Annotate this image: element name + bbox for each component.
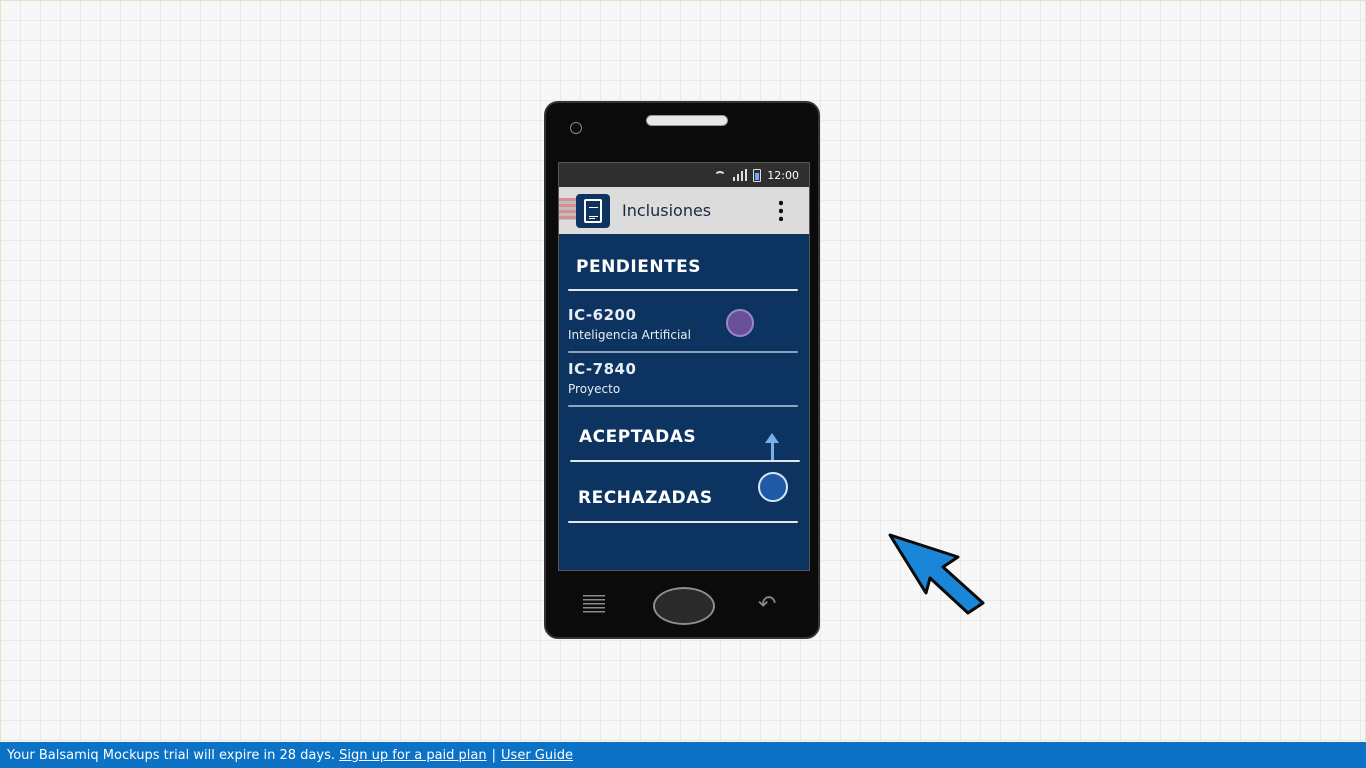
status-time: 12:00 — [767, 168, 799, 182]
phone-camera — [570, 122, 582, 134]
app-logo[interactable] — [576, 193, 610, 228]
phone-speaker — [646, 115, 728, 126]
section-accepted[interactable]: ACEPTADAS — [579, 427, 696, 447]
divider — [568, 289, 798, 291]
pending-item-2-code[interactable]: IC-7840 — [568, 360, 636, 378]
phone-screen: 12:00 Inclusiones PENDIENTES IC-6200 Int… — [558, 162, 810, 571]
arrow-cursor-icon — [888, 533, 985, 615]
pending-item-1-code[interactable]: IC-6200 — [568, 306, 636, 324]
divider — [568, 521, 798, 523]
signup-link[interactable]: Sign up for a paid plan — [339, 748, 487, 763]
pending-item-2-subject: Proyecto — [568, 382, 621, 396]
status-bar: 12:00 — [559, 163, 809, 187]
document-icon — [584, 198, 602, 223]
pending-item-1-subject: Inteligencia Artificial — [568, 328, 691, 342]
home-button[interactable] — [653, 587, 715, 625]
tap-indicator — [758, 472, 788, 502]
divider — [568, 405, 798, 407]
trial-message: Your Balsamiq Mockups trial will expire … — [7, 747, 335, 763]
divider — [570, 460, 800, 462]
section-rejected[interactable]: RECHAZADAS — [578, 488, 713, 508]
sketch-stripes — [559, 198, 577, 220]
divider — [568, 351, 798, 353]
app-title: Inclusiones — [622, 201, 712, 220]
signal-icon — [733, 169, 748, 181]
back-key-icon[interactable]: ↶ — [758, 594, 778, 616]
phone-device: 12:00 Inclusiones PENDIENTES IC-6200 Int… — [544, 101, 820, 639]
user-guide-link[interactable]: User Guide — [501, 748, 573, 763]
arrow-up-icon — [765, 433, 779, 461]
section-pending[interactable]: PENDIENTES — [576, 257, 701, 277]
menu-key-icon[interactable] — [583, 595, 605, 615]
battery-icon — [753, 168, 762, 182]
overflow-menu-icon[interactable] — [779, 199, 783, 221]
footer-separator: | — [491, 747, 497, 763]
wifi-icon — [713, 169, 727, 181]
selection-indicator — [726, 309, 754, 337]
app-bar: Inclusiones — [559, 187, 809, 234]
trial-footer-bar: Your Balsamiq Mockups trial will expire … — [0, 742, 1366, 768]
